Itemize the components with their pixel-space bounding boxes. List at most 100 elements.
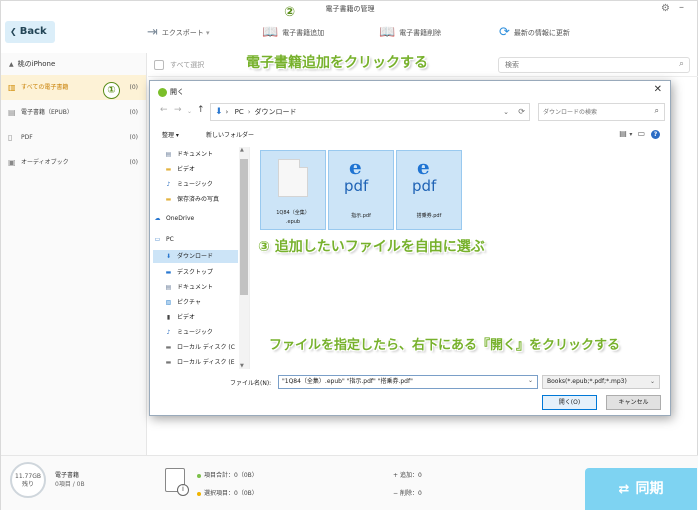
forward-arrow-icon[interactable]: → [174,105,182,115]
settings-gear-icon[interactable]: ⚙ [661,4,671,14]
nav-item-documents[interactable]: ▤ ドキュメント [164,149,213,158]
filetype-value: Books(*.epub;*.pdf;*.mp3) [547,378,627,385]
open-button[interactable]: 開く(O) [542,395,597,410]
nav-item-label: ピクチャ [177,299,201,306]
nav-pane-scrollbar[interactable]: ▲ ▼ [239,147,249,369]
address-bar[interactable]: ⬇ › PC › ダウンロード ⌄ ⟳ [210,103,530,121]
device-row[interactable]: ▲ 桃のiPhone [1,53,146,75]
sidebar-item-epub[interactable]: ▤ 電子書籍（EPUB） (0) [1,100,146,125]
sidebar-item-count: (0) [129,109,139,116]
desktop-icon: ▬ [165,269,172,276]
dialog-title: 開く [170,88,184,96]
sidebar-item-label: PDF [21,134,33,141]
breadcrumb-pc[interactable]: PC [235,108,244,116]
pdf-icon-label: pdf [412,177,437,195]
filename-input[interactable]: "1Q84（全集）.epub" "指示.pdf" "搭乗券.pdf" [278,375,538,389]
filename-label: ファイル名(N): [230,380,272,387]
selected-items-text: 選択項目：0（0B） [204,490,258,497]
nav-item-label: 保存済みの写真 [177,196,220,203]
view-mode-icon[interactable]: ▤ [619,129,627,138]
close-icon[interactable]: ✕ [654,84,662,95]
generic-file-icon [278,159,308,197]
step-3-annotation: ③ 追加したいファイルを自由に選ぶ [258,239,485,255]
scroll-down-icon[interactable]: ▼ [240,363,244,369]
sidebar-item-pdf[interactable]: ▯ PDF (0) [1,125,146,150]
new-folder-button[interactable]: 新しいフォルダー [206,130,254,139]
nav-item-label: デスクトップ [177,269,214,276]
delete-ebook-button[interactable]: 📖 電子書籍削除 [379,25,441,45]
nav-item-desktop[interactable]: ▬ デスクトップ [164,267,213,276]
minimize-icon[interactable]: – [679,2,689,14]
filename-row: ファイル名(N): "1Q84（全集）.epub" "指示.pdf" "搭乗券.… [150,375,670,391]
file-item-pdf-boarding-pass[interactable]: e pdf 搭乗券.pdf [396,150,462,230]
add-ebook-button[interactable]: 📖 電子書籍追加 [262,25,324,45]
up-arrow-icon[interactable]: ↑ [197,105,205,115]
nav-item-onedrive[interactable]: ☁ OneDrive [153,215,195,222]
nav-item-label: ビデオ [177,166,196,173]
export-icon: ⇥ [147,25,158,40]
nav-item-saved-pictures[interactable]: ▬ 保存済みの写真 [164,194,219,203]
organize-button[interactable]: 整理 ▾ [162,130,179,139]
nav-item-local-disk-c[interactable]: ▬ ローカル ディスク (C [164,342,235,351]
dialog-search-input[interactable] [543,104,643,120]
selected-items-stat: 選択項目：0（0B） [197,488,258,497]
nav-item-pc[interactable]: ▭ PC [153,236,174,243]
export-button[interactable]: ⇥ エクスポート ▾ [147,25,209,45]
breadcrumb-downloads[interactable]: ダウンロード [255,108,297,116]
breadcrumb-separator: › [247,108,251,116]
nav-item-label: ミュージック [177,181,213,188]
recent-dropdown-icon[interactable]: ⌄ [187,108,192,115]
file-item-epub[interactable]: 1Q84（全集） .epub [260,150,326,230]
green-dot-icon [197,473,201,478]
pdf-file-icon: ▯ [8,133,13,142]
nav-item-videos[interactable]: ▬ ビデオ [164,164,195,173]
sync-icon: ⇄ [618,482,630,497]
back-button[interactable]: ❮ Back [5,21,55,43]
nav-item-pictures[interactable]: ▧ ピクチャ [164,297,201,306]
nav-item-music[interactable]: ♪ ミュージック [164,179,213,188]
search-box[interactable]: ⌕ [498,57,690,73]
search-icon[interactable]: ⌕ [679,59,684,69]
total-items-stat: 項目合計：0（0B） [197,470,258,479]
refresh-icon[interactable]: ⟳ [518,104,525,120]
nav-item-music-2[interactable]: ♪ ミュージック [164,327,213,336]
sidebar-item-all-ebooks[interactable]: ▥ すべての電子書籍 (0) [1,75,146,100]
nav-item-label: ローカル ディスク (C [177,344,235,351]
folder-icon: ▬ [165,196,172,203]
deleted-stat: − 削除：0 [393,490,422,497]
nav-item-downloads[interactable]: ⬇ ダウンロード [153,250,238,263]
disk-icon: ▬ [165,344,172,351]
sync-button[interactable]: ⇄ 同期 [585,468,697,510]
nav-item-videos-2[interactable]: ▮ ビデオ [164,312,195,321]
file-item-pdf-instructions[interactable]: e pdf 指示.pdf [328,150,394,230]
file-name-line2: .epub [285,219,301,225]
refresh-button[interactable]: ⟳ 最新の情報に更新 [499,25,570,45]
address-dropdown-icon[interactable]: ⌄ [503,104,509,120]
epub-file-icon: ▤ [8,108,16,117]
nav-item-documents-2[interactable]: ▤ ドキュメント [164,282,213,291]
select-all-checkbox[interactable] [154,60,164,70]
scrollbar-thumb[interactable] [240,159,248,295]
sidebar: ▲ 桃のiPhone ▥ すべての電子書籍 (0) ▤ 電子書籍（EPUB） (0… [1,53,147,455]
sidebar-item-label: すべての電子書籍 [21,84,69,91]
dialog-search-box[interactable]: ⌕ [538,103,665,121]
search-input[interactable] [505,58,665,72]
back-arrow-icon[interactable]: ← [160,105,168,115]
navigation-pane: ▤ ドキュメント ▬ ビデオ ♪ ミュージック ▬ 保存済みの写真 ☁ OneDrive … [150,147,250,369]
document-icon: ▤ [165,284,172,291]
cancel-button[interactable]: キャンセル [606,395,661,410]
preview-pane-icon[interactable]: ▭ [637,129,645,138]
export-dropdown-icon: ▾ [205,29,210,37]
nav-item-local-disk-e[interactable]: ▬ ローカル ディスク (E [164,357,235,366]
yellow-dot-icon [197,491,201,496]
sidebar-item-audiobook[interactable]: ▣ オーディオブック (0) [1,150,146,175]
search-icon[interactable]: ⌕ [655,106,659,116]
filetype-select[interactable]: Books(*.epub;*.pdf;*.mp3) ⌄ [542,375,660,389]
step-1-annotation: 電子書籍追加をクリックする [246,55,428,71]
filename-dropdown-icon[interactable]: ⌄ [528,377,533,384]
file-name-line1: 1Q84（全集） [276,210,310,216]
scroll-up-icon[interactable]: ▲ [240,147,244,153]
pdf-icon-label: pdf [344,177,369,195]
view-dropdown-icon[interactable]: ▾ [629,131,632,138]
help-icon[interactable]: ? [651,130,660,139]
